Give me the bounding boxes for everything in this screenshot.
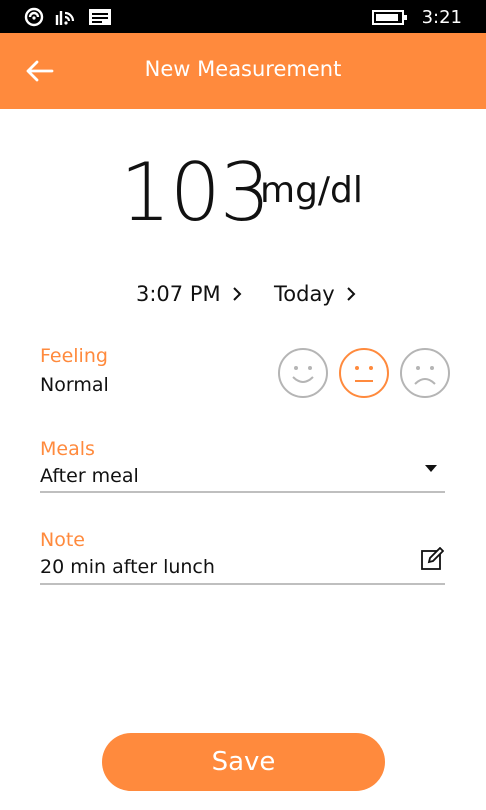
note-label: Note: [40, 529, 85, 551]
edit-icon[interactable]: [420, 547, 444, 571]
app-header: New Measurement: [0, 33, 486, 109]
meals-underline: [40, 491, 445, 493]
glucose-reading: 103 mg/dl: [0, 146, 486, 250]
dropdown-caret-icon[interactable]: [424, 463, 438, 473]
meals-label: Meals: [40, 438, 95, 460]
signal-icon: [55, 11, 75, 25]
date-value: Today: [274, 282, 335, 306]
feeling-value: Normal: [40, 374, 109, 396]
time-value: 3:07 PM: [136, 282, 221, 306]
sad-face-icon[interactable]: [399, 347, 451, 399]
note-field[interactable]: 20 min after lunch: [40, 556, 215, 578]
status-time: 3:21: [421, 7, 462, 28]
feeling-label: Feeling: [40, 345, 108, 367]
battery-icon: [372, 10, 407, 25]
page-title: New Measurement: [144, 57, 342, 81]
save-button[interactable]: Save: [102, 733, 385, 791]
nfc-icon: [24, 7, 44, 27]
happy-face-icon[interactable]: [277, 347, 329, 399]
reading-value[interactable]: 103: [120, 146, 271, 239]
meals-dropdown[interactable]: After meal: [40, 465, 139, 487]
chevron-right-icon: [232, 287, 242, 301]
reading-unit: mg/dl: [260, 170, 363, 211]
time-selector[interactable]: 3:07 PM: [136, 282, 243, 306]
neutral-face-icon[interactable]: [338, 347, 390, 399]
message-icon: [89, 9, 111, 25]
chevron-right-icon: [347, 287, 356, 301]
date-selector[interactable]: Today: [274, 282, 357, 306]
status-bar: 3:21: [0, 0, 486, 33]
note-underline: [40, 583, 445, 585]
